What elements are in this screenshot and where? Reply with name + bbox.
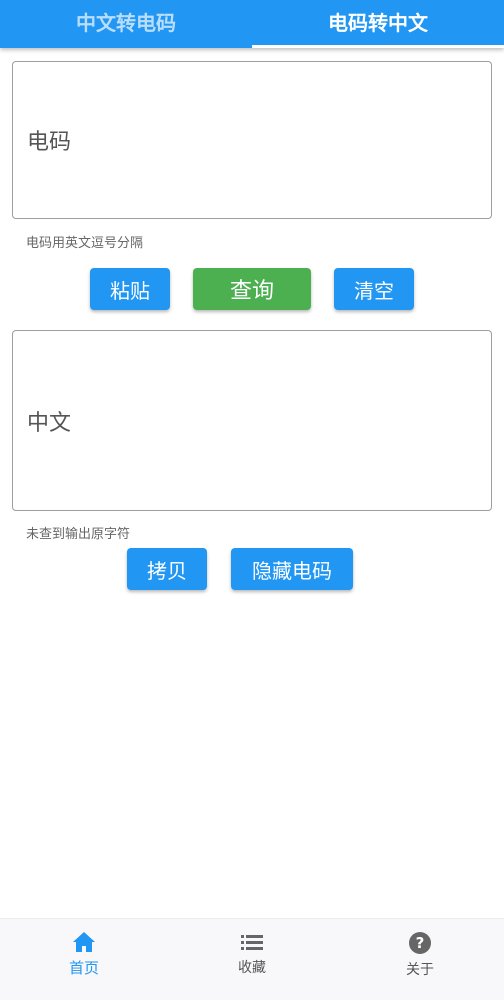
- list-icon: [240, 931, 264, 953]
- nav-label-favorites: 收藏: [238, 960, 266, 976]
- chinese-output-helper: 未查到输出原字符: [26, 527, 131, 542]
- top-tab-bar: 中文转电码 电码转中文: [0, 0, 504, 48]
- code-input-label: 电码: [27, 130, 72, 155]
- chinese-output-label: 中文: [27, 410, 72, 436]
- tab-chinese-to-code[interactable]: 中文转电码: [0, 0, 252, 48]
- nav-label-home: 首页: [68, 959, 99, 977]
- code-input-helper: 电码用英文逗号分隔: [26, 236, 144, 251]
- nav-item-home[interactable]: 首页: [0, 919, 168, 1000]
- chinese-output-field[interactable]: 中文: [12, 330, 492, 511]
- code-input-field[interactable]: 电码: [12, 61, 492, 219]
- clear-button[interactable]: 清空: [334, 268, 414, 310]
- bottom-navigation: 首页 收藏 ? 关于: [0, 918, 504, 1000]
- nav-item-favorites[interactable]: 收藏: [168, 919, 336, 1000]
- paste-button[interactable]: 粘贴: [90, 268, 170, 310]
- nav-label-about: 关于: [406, 962, 434, 978]
- help-icon: ?: [408, 931, 432, 955]
- nav-item-about[interactable]: ? 关于: [336, 919, 504, 1000]
- hide-code-button[interactable]: 隐藏电码: [231, 548, 353, 590]
- svg-text:?: ?: [416, 934, 425, 952]
- copy-button[interactable]: 拷贝: [127, 548, 207, 590]
- home-icon: [72, 931, 96, 953]
- tab-code-to-chinese[interactable]: 电码转中文: [252, 0, 504, 48]
- query-button[interactable]: 查询: [193, 268, 311, 310]
